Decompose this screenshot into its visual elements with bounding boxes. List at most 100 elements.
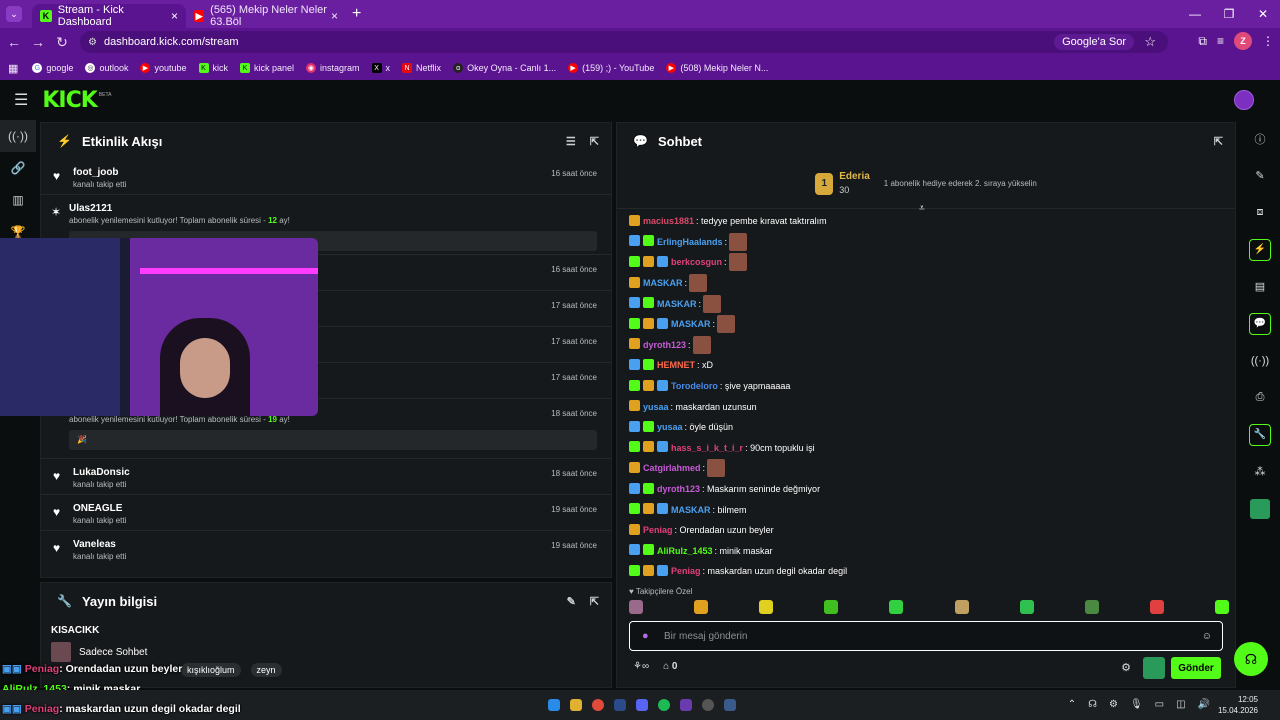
edit-icon[interactable]: ✎: [567, 595, 576, 608]
broadcast-icon[interactable]: ((·)): [1240, 342, 1280, 379]
chat-username[interactable]: Catgirlahmed: [643, 463, 701, 473]
bookmark-star-icon[interactable]: ☆: [1144, 34, 1156, 50]
discord-icon[interactable]: [636, 699, 648, 711]
chat-username[interactable]: dyroth123: [657, 484, 700, 494]
apps-grid-icon[interactable]: ▦: [8, 62, 18, 75]
chrome-icon[interactable]: [592, 699, 604, 711]
emote-icon[interactable]: [1084, 600, 1099, 614]
chat-input[interactable]: ● Bir mesaj gönderin ☺: [629, 621, 1223, 651]
points-icon[interactable]: ⚘∞: [633, 661, 649, 672]
tools-toggle-icon[interactable]: 🔧: [1240, 416, 1280, 453]
chat-username[interactable]: dyroth123: [643, 340, 686, 350]
bookmark-instagram[interactable]: ◉ instagram: [306, 63, 360, 73]
bookmark-outlook[interactable]: ◎ outlook: [85, 63, 128, 73]
tab-kick-dashboard[interactable]: K Stream - Kick Dashboard ×: [32, 4, 186, 28]
help-button[interactable]: ☊: [1234, 642, 1268, 676]
bookmark-kick[interactable]: Kkick: [198, 63, 228, 73]
filter-icon[interactable]: ☰: [566, 135, 576, 148]
emote-icon[interactable]: [1019, 600, 1034, 614]
headphones-icon[interactable]: ☊: [1088, 699, 1097, 710]
tab-youtube[interactable]: ▶ (565) Mekip Neler Neler 63.Böl ×: [186, 4, 346, 28]
maximize-icon[interactable]: ❐: [1212, 7, 1246, 21]
chat-username[interactable]: yusaa: [657, 422, 683, 432]
popout-icon[interactable]: ⇱: [590, 135, 599, 148]
notes-icon[interactable]: ▤: [1240, 268, 1280, 305]
back-icon[interactable]: ←: [2, 34, 26, 50]
emote-icon[interactable]: [889, 600, 904, 614]
forward-icon[interactable]: →: [26, 34, 50, 50]
send-button[interactable]: Gönder: [1171, 657, 1221, 679]
chat-username[interactable]: yusaa: [643, 402, 669, 412]
chat-username[interactable]: ErlingHaalands: [657, 237, 723, 247]
scroll-to-bottom-icon[interactable]: ⩡: [919, 203, 925, 214]
more-menu-icon[interactable]: ⋮: [1262, 34, 1274, 48]
chat-username[interactable]: macius1881: [643, 216, 694, 226]
chat-username[interactable]: HEMNET: [657, 360, 695, 370]
event-user[interactable]: LukaDonsic: [73, 467, 611, 478]
chat-username[interactable]: AliRulz_1453: [657, 546, 713, 556]
spotify-icon[interactable]: [658, 699, 670, 711]
network-icon[interactable]: ◫: [1176, 699, 1185, 710]
chat-username[interactable]: hass_s_i_k_t_i_r: [671, 443, 743, 453]
chat-username[interactable]: MASKAR: [643, 278, 683, 288]
kick-extension-icon[interactable]: [1143, 657, 1165, 679]
tray-expand-icon[interactable]: ⌃: [1068, 699, 1076, 710]
settings-gear-icon[interactable]: ⚙: [1121, 661, 1131, 674]
reload-icon[interactable]: ↻: [50, 34, 74, 51]
chat-username[interactable]: Peniag: [671, 566, 701, 576]
emote-icon[interactable]: [629, 600, 643, 614]
new-tab-button[interactable]: +: [352, 5, 361, 23]
media-icon[interactable]: ≡: [1217, 34, 1224, 48]
obs-icon[interactable]: [702, 699, 714, 711]
bookmark-kick-panel[interactable]: Kkick panel: [240, 63, 294, 73]
system-clock[interactable]: 12:05 15.04.2026: [1218, 694, 1258, 716]
emote-icon[interactable]: [694, 600, 709, 614]
top-gifter-name[interactable]: Ederia: [839, 171, 870, 183]
extensions-icon[interactable]: ⧉: [1198, 34, 1207, 49]
bookmark-netflix[interactable]: N Netflix: [402, 63, 441, 73]
emote-icon[interactable]: [1214, 600, 1229, 614]
close-tab-icon[interactable]: ×: [331, 9, 338, 23]
chat-username[interactable]: MASKAR: [657, 299, 697, 309]
kick-logo[interactable]: KICK: [42, 88, 97, 113]
chat-username[interactable]: berkcosgun: [671, 257, 722, 267]
emote-icon[interactable]: [954, 600, 969, 614]
bookmark-youtube-2[interactable]: ▶ (159) ;) - YouTube: [568, 63, 654, 73]
steam-icon[interactable]: [614, 699, 626, 711]
broadcast-icon[interactable]: ((·)): [0, 120, 36, 152]
close-window-icon[interactable]: ✕: [1246, 7, 1280, 21]
emote-icon[interactable]: [1149, 600, 1164, 614]
popout-icon[interactable]: ⇱: [1214, 135, 1223, 148]
mic-icon[interactable]: 🎙: [1130, 699, 1143, 710]
bookmark-google[interactable]: Ggoogle: [32, 63, 73, 73]
bookmark-okey[interactable]: ɑ Okey Oyna - Canlı 1...: [453, 63, 556, 73]
activity-toggle-icon[interactable]: ⚡: [1240, 231, 1280, 268]
chat-username[interactable]: Peniag: [643, 525, 673, 535]
user-avatar[interactable]: [1234, 90, 1254, 110]
chat-username[interactable]: MASKAR: [671, 319, 711, 329]
analytics-icon[interactable]: ▥: [0, 184, 36, 216]
bookmark-youtube-3[interactable]: ▶ (508) Mekip Neler N...: [666, 63, 768, 73]
printer-icon[interactable]: ⎙: [1240, 379, 1280, 416]
link-icon[interactable]: 🔗: [0, 152, 36, 184]
google-search-button[interactable]: Google'a Sor: [1054, 34, 1134, 50]
event-user[interactable]: Vaneleas: [73, 539, 611, 550]
profile-avatar[interactable]: Z: [1234, 32, 1252, 50]
tab-menu-button[interactable]: ⌄: [6, 6, 22, 22]
info-icon[interactable]: ⓘ: [1240, 120, 1280, 157]
chat-toggle-icon[interactable]: 💬: [1240, 305, 1280, 342]
file-explorer-icon[interactable]: [570, 699, 582, 711]
community-icon[interactable]: ⁂: [1240, 453, 1280, 490]
chat-username[interactable]: MASKAR: [671, 505, 711, 515]
event-user[interactable]: ONEAGLE: [73, 503, 611, 514]
screen-capture-icon[interactable]: ⧈: [1240, 194, 1280, 231]
close-tab-icon[interactable]: ×: [171, 9, 178, 23]
vpn-icon[interactable]: [680, 699, 692, 711]
site-info-icon[interactable]: ⚙: [88, 37, 97, 48]
app-icon[interactable]: [724, 699, 736, 711]
display-icon[interactable]: ▭: [1155, 699, 1164, 710]
bookmark-x[interactable]: Xx: [371, 63, 390, 73]
event-user[interactable]: foot_joob: [73, 167, 611, 178]
emote-icon[interactable]: [824, 600, 839, 614]
hamburger-menu-icon[interactable]: ☰: [14, 90, 28, 110]
